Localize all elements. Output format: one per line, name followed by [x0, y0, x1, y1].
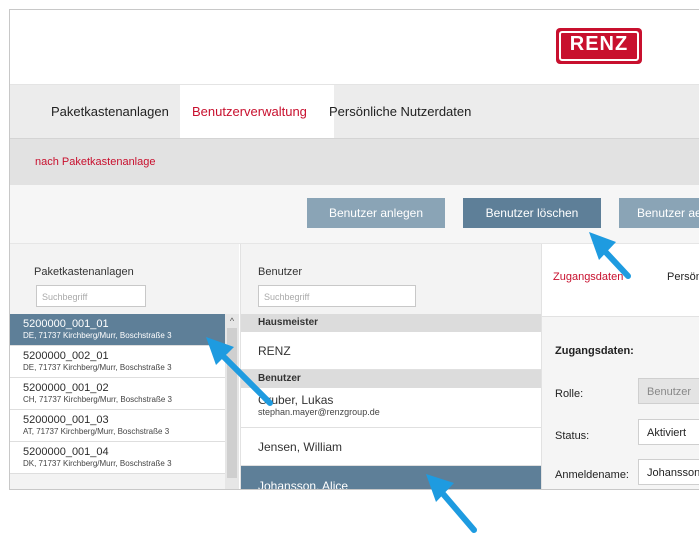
- annotation-arrows: [206, 232, 631, 533]
- arrow-icon: [206, 337, 273, 406]
- arrow-icon: [426, 474, 477, 533]
- arrow-icon: [589, 232, 631, 279]
